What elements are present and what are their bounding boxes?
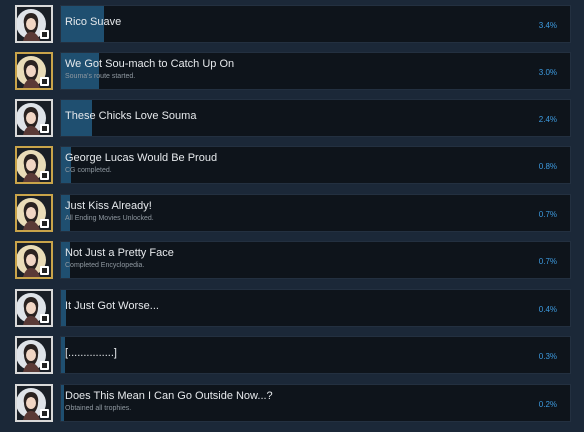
achievement-card[interactable]: Just Kiss Already! All Ending Movies Unl… [60, 194, 571, 232]
achievement-percent: 0.4% [538, 305, 557, 314]
achievement-card[interactable]: Rico Suave 3.4% [60, 5, 571, 43]
achievement-title: It Just Got Worse... [65, 300, 159, 312]
achievement-description: Souma's route started. [65, 73, 136, 80]
achievement-row[interactable]: We Got Sou-mach to Catch Up On Souma's r… [0, 52, 584, 99]
achievement-description: All Ending Movies Unlocked. [65, 215, 154, 222]
achievement-portrait-icon [15, 336, 53, 374]
achievement-title: Rico Suave [65, 16, 122, 28]
achievement-percent: 0.8% [538, 162, 557, 171]
achievement-portrait-icon [15, 194, 53, 232]
achievement-portrait-icon [15, 5, 53, 43]
achievement-title: Just Kiss Already! [65, 200, 152, 212]
progress-bar [61, 385, 64, 421]
achievement-card[interactable]: We Got Sou-mach to Catch Up On Souma's r… [60, 52, 571, 90]
achievement-percent: 3.4% [538, 21, 557, 30]
achievement-card[interactable]: Not Just a Pretty Face Completed Encyclo… [60, 241, 571, 279]
achievement-row[interactable]: Does This Mean I Can Go Outside Now...? … [0, 384, 584, 431]
achievement-percent: 0.2% [538, 400, 557, 409]
achievement-row[interactable]: These Chicks Love Souma 2.4% [0, 99, 584, 146]
achievement-portrait-icon [15, 289, 53, 327]
achievement-title: We Got Sou-mach to Catch Up On [65, 58, 235, 70]
achievement-percent: 3.0% [538, 68, 557, 77]
achievement-row[interactable]: Not Just a Pretty Face Completed Encyclo… [0, 241, 584, 288]
achievement-percent: 0.7% [538, 257, 557, 266]
achievement-portrait-icon [15, 241, 53, 279]
achievement-portrait-icon [15, 52, 53, 90]
achievement-card[interactable]: These Chicks Love Souma 2.4% [60, 99, 571, 137]
achievement-title: George Lucas Would Be Proud [65, 152, 218, 164]
achievement-portrait-icon [15, 384, 53, 422]
achievement-percent: 2.4% [538, 115, 557, 124]
achievement-card[interactable]: [...............] 0.3% [60, 336, 571, 374]
achievement-row[interactable]: George Lucas Would Be Proud CG completed… [0, 146, 584, 193]
achievement-percent: 0.3% [538, 352, 557, 361]
achievement-title: [...............] [65, 347, 117, 359]
achievement-title: Not Just a Pretty Face [65, 247, 174, 259]
achievement-row[interactable]: It Just Got Worse... 0.4% [0, 289, 584, 336]
achievement-description: Obtained all trophies. [65, 405, 132, 412]
achievement-title: Does This Mean I Can Go Outside Now...? [65, 390, 273, 402]
achievement-percent: 0.7% [538, 210, 557, 219]
achievement-portrait-icon [15, 99, 53, 137]
achievement-row[interactable]: Just Kiss Already! All Ending Movies Unl… [0, 194, 584, 241]
achievement-title: These Chicks Love Souma [65, 110, 197, 122]
achievement-card[interactable]: It Just Got Worse... 0.4% [60, 289, 571, 327]
achievement-card[interactable]: Does This Mean I Can Go Outside Now...? … [60, 384, 571, 422]
achievement-row[interactable]: [...............] 0.3% [0, 336, 584, 383]
achievement-description: Completed Encyclopedia. [65, 262, 145, 269]
achievement-portrait-icon [15, 146, 53, 184]
achievement-description: CG completed. [65, 167, 112, 174]
achievement-row[interactable]: Rico Suave 3.4% [0, 5, 584, 52]
achievement-list: Rico Suave 3.4% We Got Sou-mach to Catch… [0, 0, 584, 432]
achievement-card[interactable]: George Lucas Would Be Proud CG completed… [60, 146, 571, 184]
